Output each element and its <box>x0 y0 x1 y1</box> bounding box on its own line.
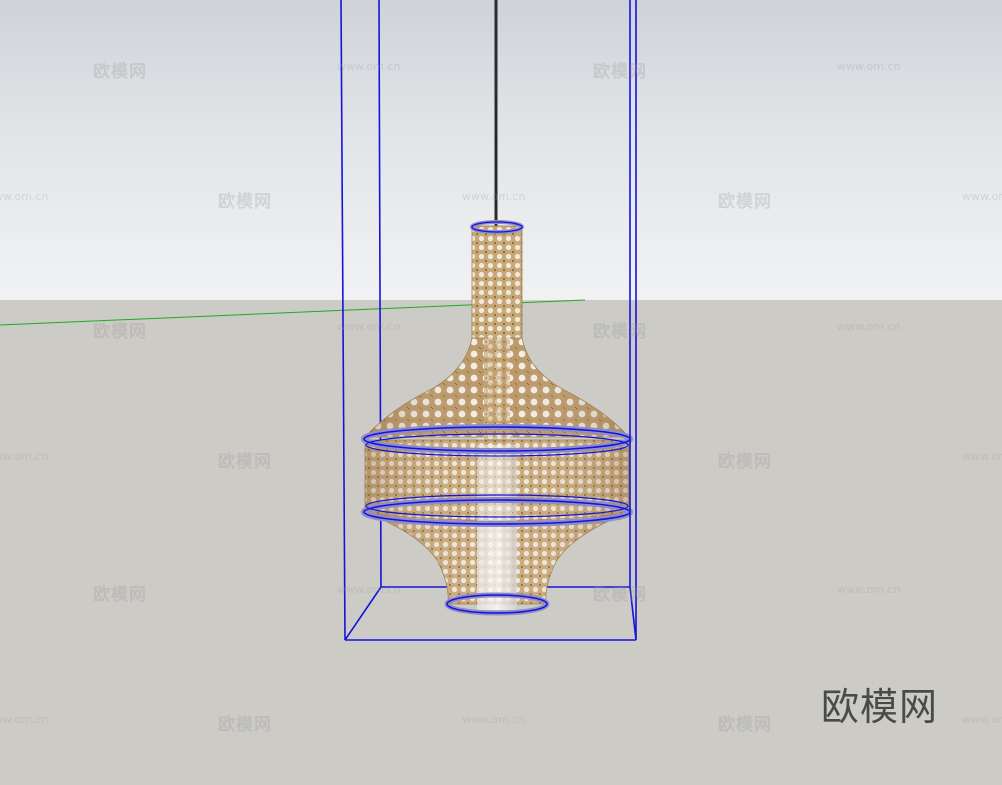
modeling-viewport[interactable]: 欧模网 www.om.cn 欧模网 www.om.cn www.om.cn 欧模… <box>0 0 1002 785</box>
lamp-scene[interactable] <box>0 0 1002 785</box>
brand-watermark: 欧模网 <box>821 685 939 729</box>
pendant-lamp[interactable] <box>361 220 633 616</box>
lamp-neck <box>471 225 523 347</box>
